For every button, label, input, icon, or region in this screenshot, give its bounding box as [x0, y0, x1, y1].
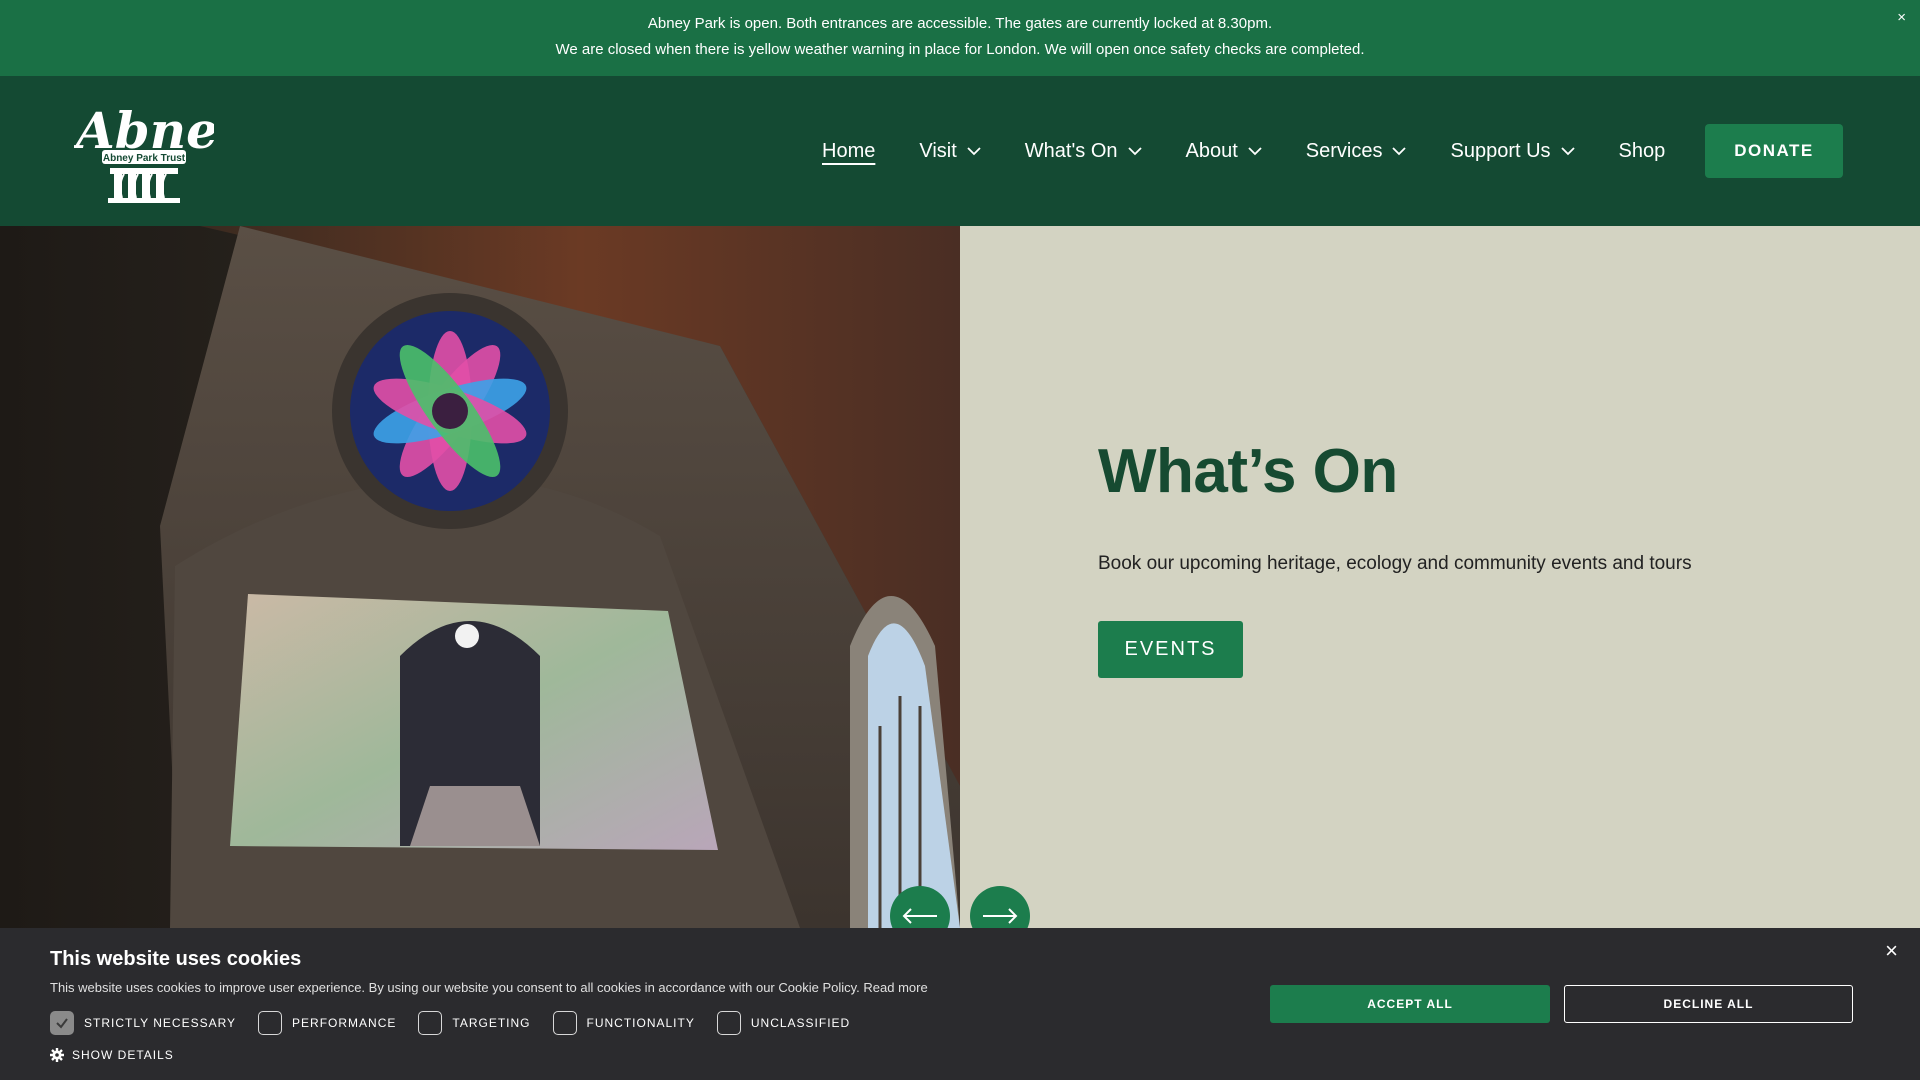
hero-subtitle: Book our upcoming heritage, ecology and … — [1098, 553, 1692, 574]
hero-title: What’s On — [1098, 437, 1398, 506]
cookie-option-performance[interactable]: PERFORMANCE — [258, 1011, 396, 1035]
read-more-link[interactable]: Read more — [863, 980, 927, 995]
option-label: FUNCTIONALITY — [586, 1016, 695, 1030]
option-label: PERFORMANCE — [292, 1016, 397, 1030]
nav-whats-on[interactable]: What's On — [1025, 140, 1142, 163]
nav-visit[interactable]: Visit — [919, 140, 981, 163]
nav-about[interactable]: About — [1186, 140, 1262, 163]
checkbox[interactable] — [552, 1011, 577, 1035]
hero-panel: What’s On Book our upcoming heritage, ec… — [960, 226, 1920, 928]
cookie-title: This website uses cookies — [50, 948, 302, 970]
chevron-down-icon — [1560, 147, 1575, 156]
donate-button[interactable]: DONATE — [1705, 124, 1843, 178]
arrow-left-icon — [902, 908, 937, 924]
site-header: Abney Abney Park Trust Home Visit What's… — [0, 76, 1920, 226]
cookie-body-text: This website uses cookies to improve use… — [50, 980, 860, 995]
alert-close-button[interactable]: × — [1897, 9, 1906, 26]
logo-tagline: Abney Park Trust — [103, 153, 186, 164]
option-label: UNCLASSIFIED — [750, 1016, 851, 1030]
chevron-down-icon — [967, 147, 981, 156]
decline-all-button[interactable]: DECLINE ALL — [1564, 985, 1853, 1023]
option-label: STRICTLY NECESSARY — [84, 1016, 237, 1030]
nav-support-us[interactable]: Support Us — [1450, 140, 1575, 163]
cookie-text: This website uses cookies to improve use… — [50, 980, 928, 995]
nav-home[interactable]: Home — [822, 140, 875, 163]
option-label: TARGETING — [452, 1016, 531, 1030]
gear-icon — [50, 1048, 64, 1062]
checkbox[interactable] — [258, 1011, 283, 1035]
arrow-right-icon — [983, 908, 1018, 924]
cookie-close-button[interactable]: × — [1885, 938, 1898, 964]
chevron-down-icon — [1392, 147, 1407, 156]
nav-shop[interactable]: Shop — [1619, 140, 1666, 163]
hero-image — [0, 226, 960, 928]
cookie-option-strictly-necessary[interactable]: STRICTLY NECESSARY — [50, 1011, 236, 1035]
alert-line-2: We are closed when there is yellow weath… — [555, 41, 1365, 58]
check-icon — [56, 1018, 68, 1029]
checkbox[interactable] — [716, 1011, 741, 1035]
show-details-toggle[interactable]: SHOW DETAILS — [50, 1048, 174, 1062]
cookie-option-functionality[interactable]: FUNCTIONALITY — [552, 1011, 695, 1035]
cookie-options: STRICTLY NECESSARY PERFORMANCE TARGETING… — [50, 1011, 872, 1035]
alert-banner: Abney Park is open. Both entrances are a… — [0, 0, 1920, 76]
abney-logo[interactable]: Abney Abney Park Trust — [72, 100, 250, 204]
main-nav: Home Visit What's On About Services Supp… — [822, 76, 1695, 226]
cookie-option-targeting[interactable]: TARGETING — [418, 1011, 530, 1035]
events-button[interactable]: EVENTS — [1098, 621, 1243, 678]
nav-services[interactable]: Services — [1306, 140, 1407, 163]
show-details-label: SHOW DETAILS — [72, 1048, 174, 1062]
checkbox[interactable] — [418, 1011, 443, 1035]
chevron-down-icon — [1248, 147, 1262, 156]
alert-line-1: Abney Park is open. Both entrances are a… — [647, 15, 1273, 32]
cookie-option-unclassified[interactable]: UNCLASSIFIED — [716, 1011, 851, 1035]
checkbox[interactable] — [50, 1011, 74, 1035]
chevron-down-icon — [1127, 147, 1142, 156]
cookie-banner: This website uses cookies This website u… — [0, 928, 1920, 1080]
accept-all-button[interactable]: ACCEPT ALL — [1270, 985, 1550, 1023]
